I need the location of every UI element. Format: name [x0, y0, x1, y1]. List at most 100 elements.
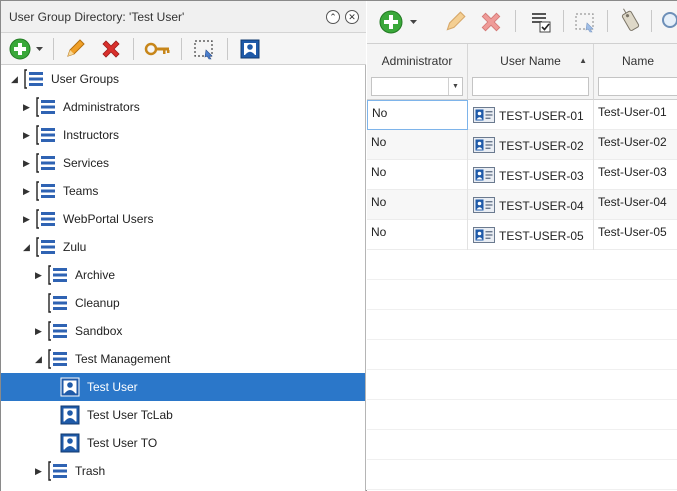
table-row[interactable]: No TEST-USER-05 Test-User-05: [367, 220, 677, 250]
user-card-icon: [473, 167, 495, 183]
select-button[interactable]: [571, 9, 599, 35]
tree-item-zulu[interactable]: ◢ Zulu: [1, 233, 365, 261]
user-name-cell[interactable]: TEST-USER-01: [468, 100, 594, 130]
search-button[interactable]: [659, 9, 677, 35]
cell-value: Test-User-03: [598, 165, 667, 179]
expanded-arrow-icon[interactable]: ◢: [35, 354, 43, 364]
name-filter[interactable]: [598, 77, 677, 96]
checklist-button[interactable]: [527, 9, 555, 35]
tree-item-webportal-users[interactable]: ▶ WebPortal Users: [1, 205, 365, 233]
toolbar-divider: [563, 10, 564, 32]
tree-item-trash[interactable]: ▶ Trash: [1, 457, 365, 485]
administrator-cell[interactable]: No: [367, 130, 468, 160]
tag-button[interactable]: [617, 7, 643, 33]
administrator-cell[interactable]: No: [367, 100, 468, 130]
tree-item-sandbox[interactable]: ▶ Sandbox: [1, 317, 365, 345]
delete-button[interactable]: [97, 36, 125, 62]
administrator-cell[interactable]: No: [367, 220, 468, 250]
collapsed-arrow-icon[interactable]: ▶: [23, 214, 31, 224]
toolbar-divider: [227, 38, 228, 60]
edit-button[interactable]: [61, 36, 89, 62]
expanded-arrow-icon[interactable]: ◢: [11, 74, 19, 84]
tree-item-services[interactable]: ▶ Services: [1, 149, 365, 177]
user-group-icon: [47, 293, 69, 313]
tree-item-test-user[interactable]: Test User: [1, 373, 365, 401]
column-name[interactable]: Name: [594, 44, 677, 100]
tree-item-test-user-to[interactable]: Test User TO: [1, 429, 365, 457]
selection-icon: [575, 13, 594, 33]
tree-item-teams[interactable]: ▶ Teams: [1, 177, 365, 205]
tree-item-test-user-tclab[interactable]: Test User TcLab: [1, 401, 365, 429]
user-name-cell[interactable]: TEST-USER-03: [468, 160, 594, 190]
cell-value: No: [372, 106, 388, 120]
collapsed-arrow-icon[interactable]: ▶: [23, 158, 31, 168]
tree-item-label: Sandbox: [75, 324, 123, 338]
tree-item-label: Test User TcLab: [87, 408, 173, 422]
pencil-icon: [67, 39, 85, 57]
tree-item-label: WebPortal Users: [63, 212, 154, 226]
user-name-cell[interactable]: TEST-USER-02: [468, 130, 594, 160]
group-tree: ◢ User Groups ▶ Administrators ▶ Instructors ▶…: [1, 65, 365, 491]
tree-item-test-management[interactable]: ◢ Test Management: [1, 345, 365, 373]
name-cell[interactable]: Test-User-04: [594, 190, 677, 220]
grid-header: Administrator ▼ User Name ▲ Name: [367, 44, 677, 100]
name-cell[interactable]: Test-User-01: [594, 100, 677, 130]
collapsed-arrow-icon[interactable]: ▶: [23, 102, 31, 112]
user-group-icon: [47, 461, 69, 481]
name-cell[interactable]: Test-User-03: [594, 160, 677, 190]
table-row[interactable]: No TEST-USER-01 Test-User-01: [367, 100, 677, 130]
add-button[interactable]: [377, 9, 423, 35]
name-cell[interactable]: Test-User-02: [594, 130, 677, 160]
tree-item-label: Test User: [87, 380, 138, 394]
user-card-button[interactable]: [235, 36, 265, 62]
tree-item-administrators[interactable]: ▶ Administrators: [1, 93, 365, 121]
left-toolbar: [1, 33, 366, 65]
user-name-cell[interactable]: TEST-USER-05: [468, 220, 594, 250]
magnifier-icon: [662, 12, 677, 28]
collapsed-arrow-icon[interactable]: ▶: [23, 130, 31, 140]
administrator-cell[interactable]: No: [367, 160, 468, 190]
select-button[interactable]: [189, 36, 219, 62]
collapsed-arrow-icon[interactable]: ▶: [35, 466, 43, 476]
tree-item-label: Cleanup: [75, 296, 120, 310]
table-row[interactable]: No TEST-USER-04 Test-User-04: [367, 190, 677, 220]
expanded-arrow-icon[interactable]: ◢: [23, 242, 31, 252]
delete-button[interactable]: [477, 9, 505, 35]
user-group-icon: [35, 153, 57, 173]
red-x-icon: [481, 12, 501, 32]
collapse-icon[interactable]: ⌃: [326, 10, 340, 24]
collapsed-arrow-icon[interactable]: ▶: [35, 270, 43, 280]
table-row[interactable]: No TEST-USER-03 Test-User-03: [367, 160, 677, 190]
user-name-cell[interactable]: TEST-USER-04: [468, 190, 594, 220]
tree-item-user-groups[interactable]: ◢ User Groups: [1, 65, 365, 93]
column-label: Administrator: [381, 54, 453, 68]
tree-item-instructors[interactable]: ▶ Instructors: [1, 121, 365, 149]
edit-button[interactable]: [441, 9, 469, 35]
chevron-down-icon[interactable]: ▼: [448, 78, 462, 95]
empty-row: [367, 400, 677, 430]
close-icon[interactable]: ✕: [345, 10, 359, 24]
collapsed-arrow-icon[interactable]: ▶: [23, 186, 31, 196]
name-cell[interactable]: Test-User-05: [594, 220, 677, 250]
table-row[interactable]: No TEST-USER-02 Test-User-02: [367, 130, 677, 160]
column-administrator[interactable]: Administrator ▼: [367, 44, 468, 100]
user-group-icon: [35, 181, 57, 201]
administrator-filter[interactable]: ▼: [371, 77, 463, 96]
empty-row: [367, 370, 677, 400]
user-name-filter[interactable]: [472, 77, 589, 96]
tree-item-label: Zulu: [63, 240, 87, 254]
toolbar-divider: [133, 38, 134, 60]
column-user-name[interactable]: User Name ▲: [468, 44, 594, 100]
chevron-down-icon: [36, 47, 43, 51]
cell-value: Test-User-02: [598, 135, 667, 149]
collapsed-arrow-icon[interactable]: ▶: [35, 326, 43, 336]
tree-item-archive[interactable]: ▶ Archive: [1, 261, 365, 289]
administrator-cell[interactable]: No: [367, 190, 468, 220]
cell-value: No: [371, 135, 387, 149]
tree-item-cleanup[interactable]: Cleanup: [1, 289, 365, 317]
cell-value: TEST-USER-05: [499, 229, 584, 243]
grid-body: No TEST-USER-01 Test-User-01 No TEST-USER-02…: [367, 100, 677, 491]
add-button[interactable]: [7, 36, 49, 62]
key-button[interactable]: [141, 36, 175, 62]
user-icon: [59, 433, 81, 453]
